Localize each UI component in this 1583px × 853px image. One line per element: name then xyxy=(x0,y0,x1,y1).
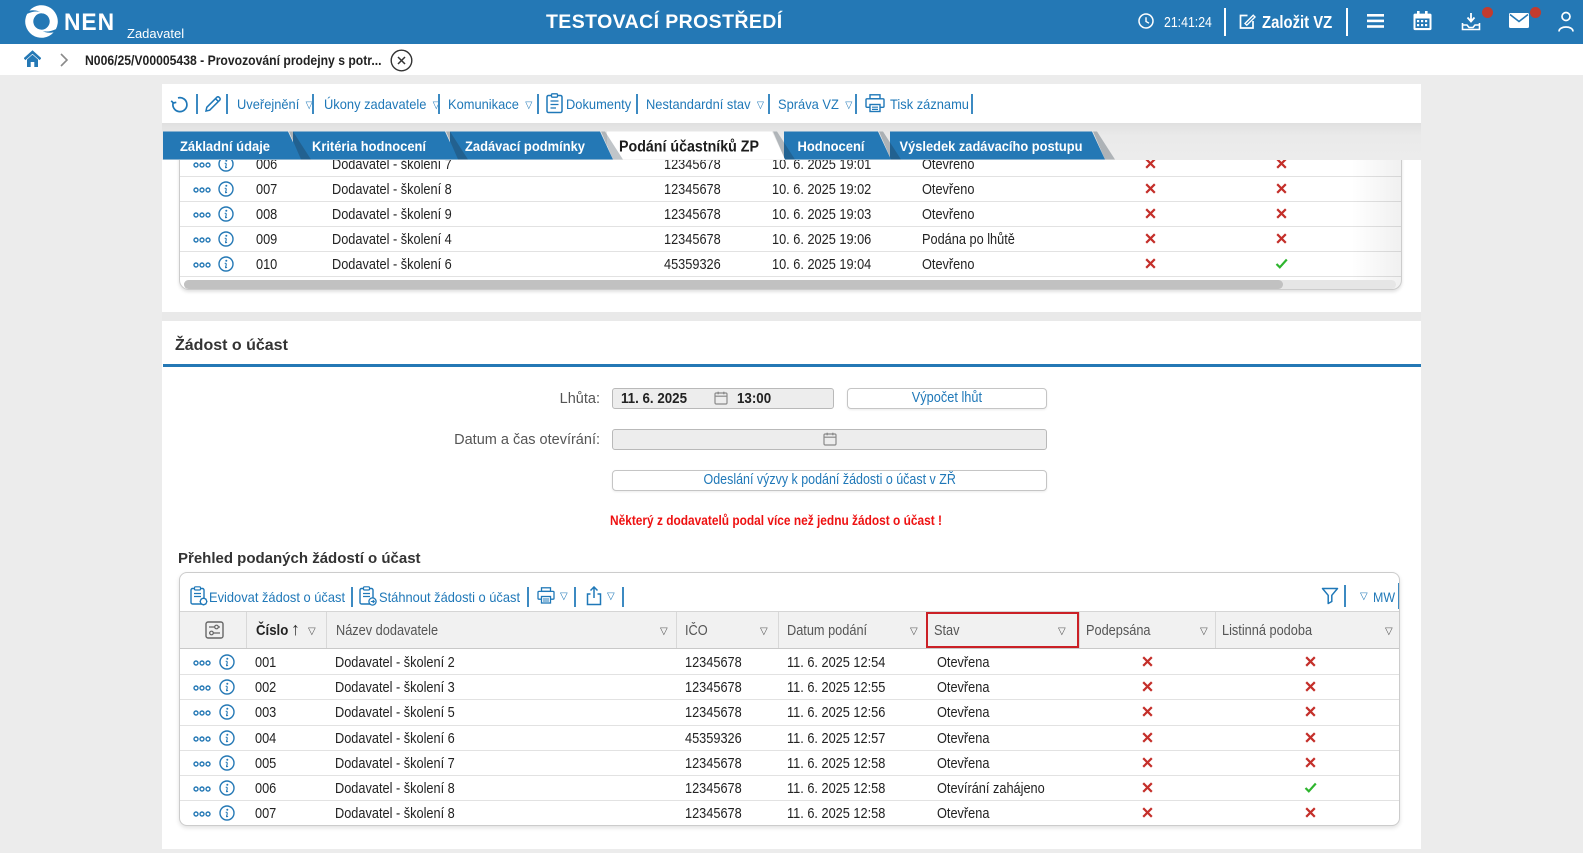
svg-text:Základní údaje: Základní údaje xyxy=(180,138,270,154)
svg-text:Podání účastníků ZP: Podání účastníků ZP xyxy=(619,139,759,156)
svg-text:Výsledek zadávacího postupu: Výsledek zadávacího postupu xyxy=(900,138,1083,154)
svg-text:Hodnocení: Hodnocení xyxy=(798,138,866,154)
svg-text:Zadávací podmínky: Zadávací podmínky xyxy=(465,138,585,154)
svg-text:Kritéria hodnocení: Kritéria hodnocení xyxy=(312,138,427,154)
